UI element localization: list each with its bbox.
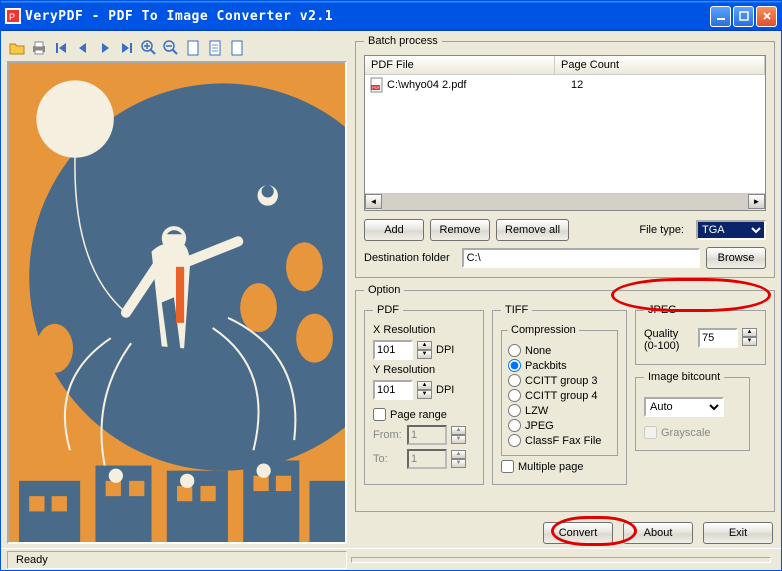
zoom-in-icon[interactable] [139,38,159,58]
filetype-label: File type: [639,224,684,236]
compression-legend: Compression [508,324,579,336]
convert-button[interactable]: Convert [543,522,613,544]
prev-page-icon[interactable] [73,38,93,58]
doc3-icon[interactable] [227,38,247,58]
radio-jpeg[interactable] [508,419,521,432]
xres-label: X Resolution [373,324,475,336]
open-icon[interactable] [7,38,27,58]
dest-folder-label: Destination folder [364,252,450,264]
jpeg-legend: JPEG [644,304,681,316]
file-table: PDF File Page Count PDF C:\whyo04 2.pdf … [364,55,766,211]
add-button[interactable]: Add [364,219,424,241]
xres-input[interactable] [373,340,413,360]
multiple-page-label: Multiple page [518,461,583,473]
from-label: From: [373,429,403,441]
bitcount-legend: Image bitcount [644,371,724,383]
col-page-count[interactable]: Page Count [555,56,765,74]
scroll-right-icon[interactable]: ► [748,194,765,209]
grayscale-checkbox [644,426,657,439]
bitcount-group: Image bitcount Auto Grayscale [635,371,750,451]
cell-pagecount: 12 [571,79,761,91]
doc2-icon[interactable] [205,38,225,58]
zoom-out-icon[interactable] [161,38,181,58]
from-up: ▲ [451,426,466,435]
radio-none[interactable] [508,344,521,357]
status-empty [351,557,771,563]
new-doc-icon[interactable] [183,38,203,58]
horizontal-scrollbar[interactable]: ◄ ► [365,193,765,210]
bitcount-select[interactable]: Auto [644,397,724,417]
scroll-track[interactable] [382,194,748,210]
yres-down[interactable]: ▼ [417,390,432,399]
quality-input[interactable] [698,328,738,348]
radio-ccitt3[interactable] [508,374,521,387]
titlebar: P VeryPDF - PDF To Image Converter v2.1 [1,1,781,31]
to-down: ▼ [451,459,466,468]
col-pdf-file[interactable]: PDF File [365,56,555,74]
from-input [407,425,447,445]
radio-lzw[interactable] [508,404,521,417]
close-button[interactable] [756,6,777,27]
yres-label: Y Resolution [373,364,475,376]
to-input [407,449,447,469]
dpi-label-2: DPI [436,384,454,396]
status-bar: Ready [1,548,781,570]
first-page-icon[interactable] [51,38,71,58]
app-icon: P [5,8,21,24]
pdf-file-icon: PDF [369,77,385,93]
about-button[interactable]: About [623,522,693,544]
print-icon[interactable] [29,38,49,58]
xres-up[interactable]: ▲ [417,341,432,350]
exit-button[interactable]: Exit [703,522,773,544]
scroll-left-icon[interactable]: ◄ [365,194,382,209]
jpeg-group: JPEG Quality (0-100) ▲▼ [635,304,766,365]
next-page-icon[interactable] [95,38,115,58]
svg-text:P: P [9,12,15,22]
quality-down[interactable]: ▼ [742,337,757,346]
page-range-label: Page range [390,409,447,421]
page-range-checkbox[interactable] [373,408,386,421]
toolbar [7,35,347,61]
quality-up[interactable]: ▲ [742,328,757,337]
status-ready: Ready [7,551,347,569]
dpi-label: DPI [436,344,454,356]
tiff-group: TIFF Compression None Packbits CCITT gro… [492,304,627,485]
tiff-legend: TIFF [501,304,532,316]
xres-down[interactable]: ▼ [417,350,432,359]
batch-process-group: Batch process PDF File Page Count PDF C:… [355,35,775,278]
option-group: Option PDF X Resolution ▲▼ DPI Y Resolut… [355,284,775,512]
multiple-page-checkbox[interactable] [501,460,514,473]
from-down: ▼ [451,435,466,444]
dest-folder-input[interactable] [462,248,700,268]
remove-button[interactable]: Remove [430,219,490,241]
preview-pane [7,61,347,544]
last-page-icon[interactable] [117,38,137,58]
filetype-select[interactable]: TGA [696,220,766,240]
option-legend: Option [364,284,404,296]
radio-packbits[interactable] [508,359,521,372]
radio-ccitt4[interactable] [508,389,521,402]
batch-legend: Batch process [364,35,442,47]
maximize-button[interactable] [733,6,754,27]
minimize-button[interactable] [710,6,731,27]
to-up: ▲ [451,450,466,459]
to-label: To: [373,453,403,465]
window-title: VeryPDF - PDF To Image Converter v2.1 [25,9,710,24]
radio-classf[interactable] [508,434,521,447]
remove-all-button[interactable]: Remove all [496,219,569,241]
yres-up[interactable]: ▲ [417,381,432,390]
pdf-legend: PDF [373,304,403,316]
cell-filename: C:\whyo04 2.pdf [387,79,571,91]
table-row[interactable]: PDF C:\whyo04 2.pdf 12 [365,75,765,95]
svg-text:PDF: PDF [372,85,381,90]
yres-input[interactable] [373,380,413,400]
grayscale-label: Grayscale [661,427,711,439]
pdf-group: PDF X Resolution ▲▼ DPI Y Resolution ▲▼ … [364,304,484,485]
compression-group: Compression None Packbits CCITT group 3 … [501,324,618,456]
browse-button[interactable]: Browse [706,247,766,269]
quality-label: Quality (0-100) [644,328,694,352]
